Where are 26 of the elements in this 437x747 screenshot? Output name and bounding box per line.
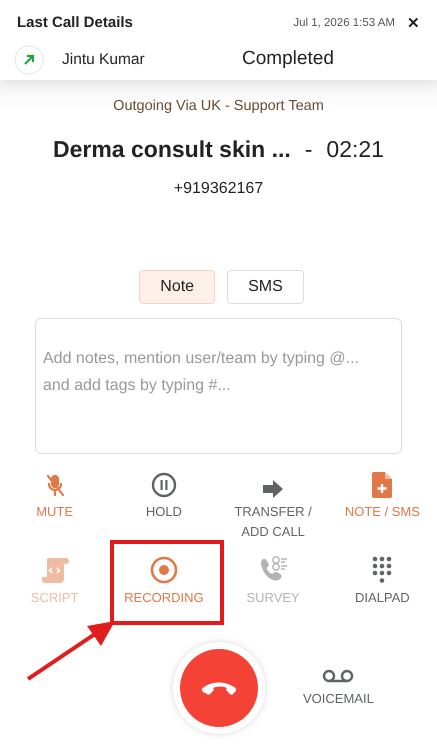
call-subject: Derma consult skin ...	[53, 134, 291, 164]
call-route: Outgoing Via UK - Support Team	[113, 97, 324, 116]
tab[interactable]: SMS	[227, 270, 304, 304]
tab[interactable]: Note	[139, 270, 216, 304]
transfer-action[interactable]: TRANSFER / ADD CALL	[218, 466, 328, 542]
separator-dash: -	[304, 134, 312, 164]
dialpad-action[interactable]: DIALPAD	[328, 552, 437, 628]
record-icon	[150, 556, 178, 584]
contact-name: Jintu Kumar	[62, 50, 146, 70]
close-button[interactable]: ✕	[407, 16, 420, 31]
notes-field[interactable]: Add notes, mention user/team by typing @... and add tags by typing #...	[35, 318, 402, 454]
hold-action[interactable]: HOLD	[109, 466, 218, 542]
muted-microphone-icon	[46, 474, 64, 498]
voicemail-button[interactable]: VOICEMAIL	[303, 668, 374, 708]
panel-title: Last Call Details	[17, 13, 133, 33]
pause-icon	[150, 472, 177, 498]
add-document-icon	[372, 472, 392, 498]
scroll-code-icon	[40, 556, 69, 584]
call-status: Completed	[242, 47, 334, 72]
voicemail-icon	[322, 668, 354, 682]
call-timestamp: Jul 1, 2026 1:53 AM	[293, 16, 395, 31]
call-duration: 02:21	[326, 134, 384, 164]
right-arrow-icon	[263, 480, 284, 498]
phone-number: +919362167	[174, 179, 264, 200]
hang-up-icon	[201, 680, 237, 696]
dialpad-icon	[372, 556, 392, 584]
